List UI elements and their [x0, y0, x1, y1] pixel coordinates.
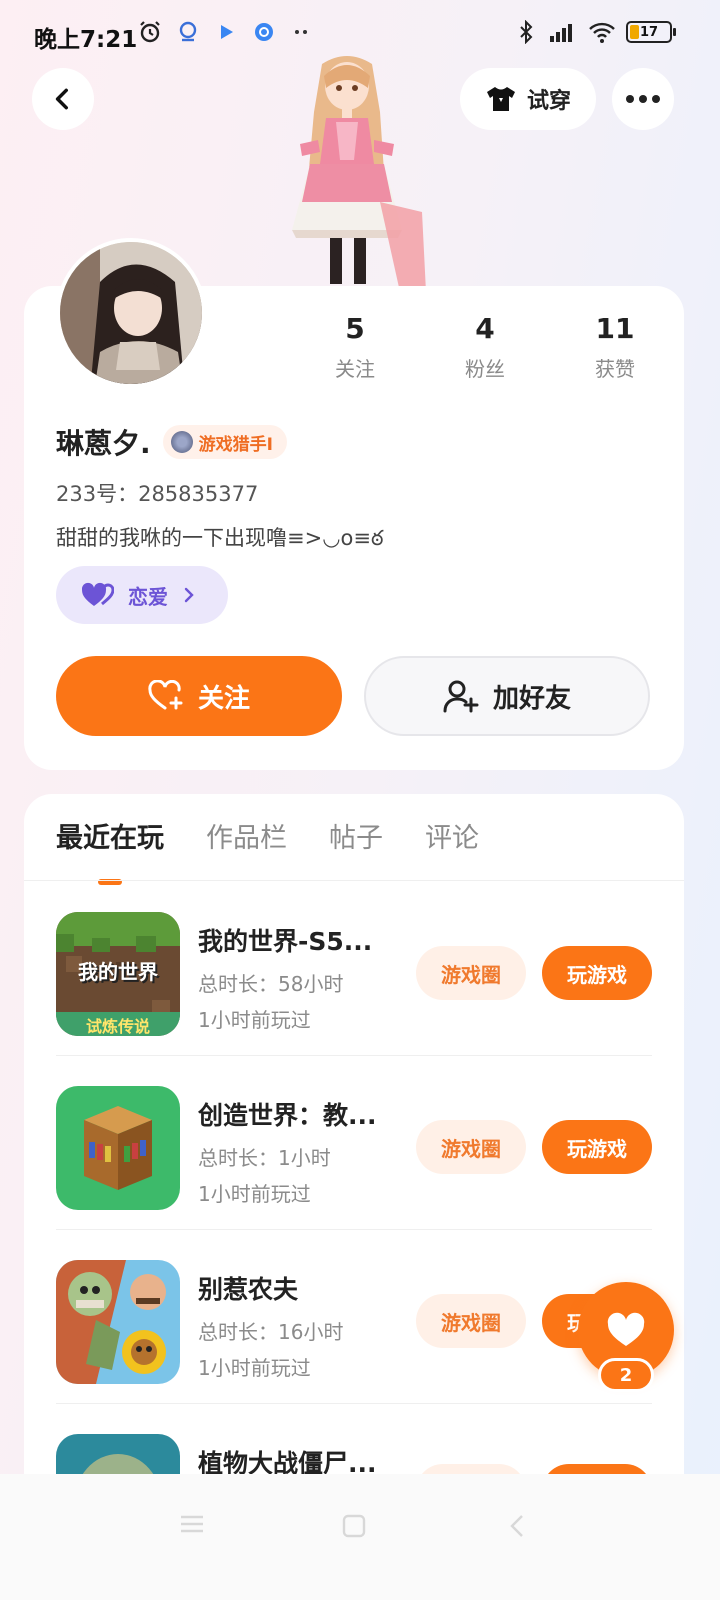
play-notification-icon [221, 25, 233, 39]
chevron-left-icon [55, 88, 68, 110]
more-dot-icon [639, 95, 647, 103]
tab-comments[interactable]: 评论 [425, 816, 479, 885]
game-name: 创造世界：教... [198, 1101, 377, 1130]
signal-icon [550, 24, 572, 42]
game-last-played: 1小时前玩过 [198, 1356, 311, 1380]
user-avatar[interactable] [56, 238, 206, 388]
status-system-icons: 17 [514, 20, 676, 44]
try-on-label: 试穿 [526, 89, 571, 114]
more-options-button[interactable] [612, 68, 674, 130]
status-notification-icons [138, 20, 314, 44]
follow-button[interactable]: 关注 [56, 656, 342, 736]
tab-divider [24, 880, 684, 881]
relationship-label: 恋爱 [128, 584, 168, 609]
minecraft-icon-title: 我的世界 [78, 960, 158, 984]
play-game-button[interactable]: 玩游戏 [542, 1120, 652, 1174]
game-name: 别惹农夫 [198, 1275, 299, 1304]
game-last-played: 1小时前玩过 [198, 1008, 311, 1032]
badge-emblem-icon [170, 431, 193, 453]
stat-label: 获赞 [595, 357, 635, 381]
chevron-right-icon [184, 587, 194, 603]
stat-label: 粉丝 [465, 357, 505, 381]
battery-indicator: 17 [626, 21, 676, 43]
more-notifications-icon [295, 30, 307, 34]
user-bio: 甜甜的我咻的一下出现噜≡>◡o≡ఠ [56, 526, 384, 550]
stat-likes[interactable]: 11 获赞 [550, 312, 680, 382]
add-friend-label: 加好友 [492, 683, 571, 714]
stat-label: 关注 [335, 357, 375, 381]
back-nav-icon[interactable] [506, 1512, 530, 1540]
activity-card: 最近在玩 作品栏 帖子 评论 我的世界 试炼传说 我的世界-S5... 总时长：… [24, 794, 684, 1494]
stat-followers[interactable]: 4 粉丝 [420, 312, 550, 382]
stat-value: 5 [345, 312, 365, 345]
heart-plus-icon [148, 680, 183, 710]
profile-tabs: 最近在玩 作品栏 帖子 评论 [56, 816, 479, 885]
profile-stats: 5 关注 4 粉丝 11 获赞 [290, 312, 680, 382]
double-heart-icon [82, 582, 114, 606]
game-row[interactable]: 我的世界 试炼传说 我的世界-S5... 总时长：58小时 1小时前玩过 游戏圈… [24, 882, 684, 1056]
more-dot-icon [626, 95, 634, 103]
farmer-game-icon[interactable] [56, 1260, 180, 1384]
more-dot-icon [652, 95, 660, 103]
game-circle-button[interactable]: 游戏圈 [416, 1120, 526, 1174]
status-time: 晚上7:21 [34, 27, 138, 53]
tab-recently-played[interactable]: 最近在玩 [56, 816, 164, 885]
stat-value: 4 [475, 312, 495, 345]
minecraft-icon[interactable]: 我的世界 试炼传说 [56, 912, 180, 1036]
minecraft-icon-subtitle: 试炼传说 [85, 1017, 150, 1036]
bookshelf-icon[interactable] [56, 1086, 180, 1210]
follow-label: 关注 [197, 683, 250, 714]
badge-label: 游戏猎手Ⅰ [198, 434, 273, 455]
game-row[interactable]: 创造世界：教... 总时长：1小时 1小时前玩过 游戏圈 玩游戏 [24, 1056, 684, 1230]
game-playtime: 总时长：16小时 [198, 1320, 344, 1344]
game-circle-button[interactable]: 游戏圈 [416, 1294, 526, 1348]
add-friend-button[interactable]: 加好友 [364, 656, 650, 736]
name-row: 琳蒽夕. 游戏猎手Ⅰ [56, 422, 287, 462]
stat-value: 11 [595, 312, 635, 345]
relationship-tag[interactable]: 恋爱 [56, 566, 228, 624]
system-nav-bar [0, 1474, 720, 1600]
user-plus-icon [443, 680, 479, 713]
title-badge[interactable]: 游戏猎手Ⅰ [162, 425, 287, 459]
stat-following[interactable]: 5 关注 [290, 312, 420, 382]
play-game-button[interactable]: 玩游戏 [542, 946, 652, 1000]
bluetooth-icon [520, 20, 533, 44]
try-on-button[interactable]: 试穿 [460, 68, 596, 130]
game-playtime: 总时长：1小时 [198, 1146, 331, 1170]
username: 琳蒽夕. [56, 427, 151, 460]
game-last-played: 1小时前玩过 [198, 1182, 311, 1206]
tab-works[interactable]: 作品栏 [206, 816, 287, 885]
app-notification-icon [179, 21, 197, 42]
tshirt-icon [486, 87, 515, 111]
game-name: 我的世界-S5... [198, 927, 373, 956]
dressup-character-image[interactable] [262, 52, 432, 292]
game-playtime: 总时长：58小时 [198, 972, 344, 996]
ring-notification-icon [255, 23, 273, 41]
user-id: 233号：285835377 [56, 482, 259, 506]
wifi-icon [589, 22, 615, 43]
home-nav-icon[interactable] [340, 1512, 368, 1540]
like-count-badge: 2 [598, 1358, 654, 1392]
back-button[interactable] [32, 68, 94, 130]
game-circle-button[interactable]: 游戏圈 [416, 946, 526, 1000]
menu-nav-icon[interactable] [178, 1512, 206, 1536]
alarm-icon [140, 21, 160, 43]
heart-icon [607, 1312, 645, 1346]
tab-posts[interactable]: 帖子 [329, 816, 383, 885]
